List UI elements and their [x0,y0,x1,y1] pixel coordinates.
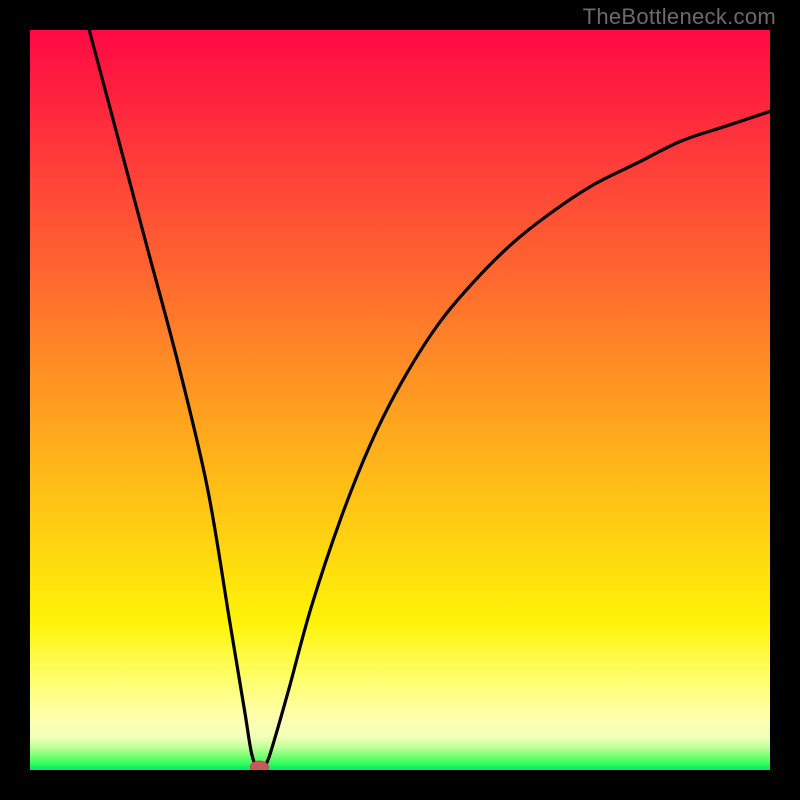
watermark-text: TheBottleneck.com [583,4,776,30]
chart-frame: TheBottleneck.com [0,0,800,800]
curve-svg [30,30,770,770]
bottleneck-curve [89,30,770,770]
plot-area [30,30,770,770]
min-marker [250,761,268,770]
